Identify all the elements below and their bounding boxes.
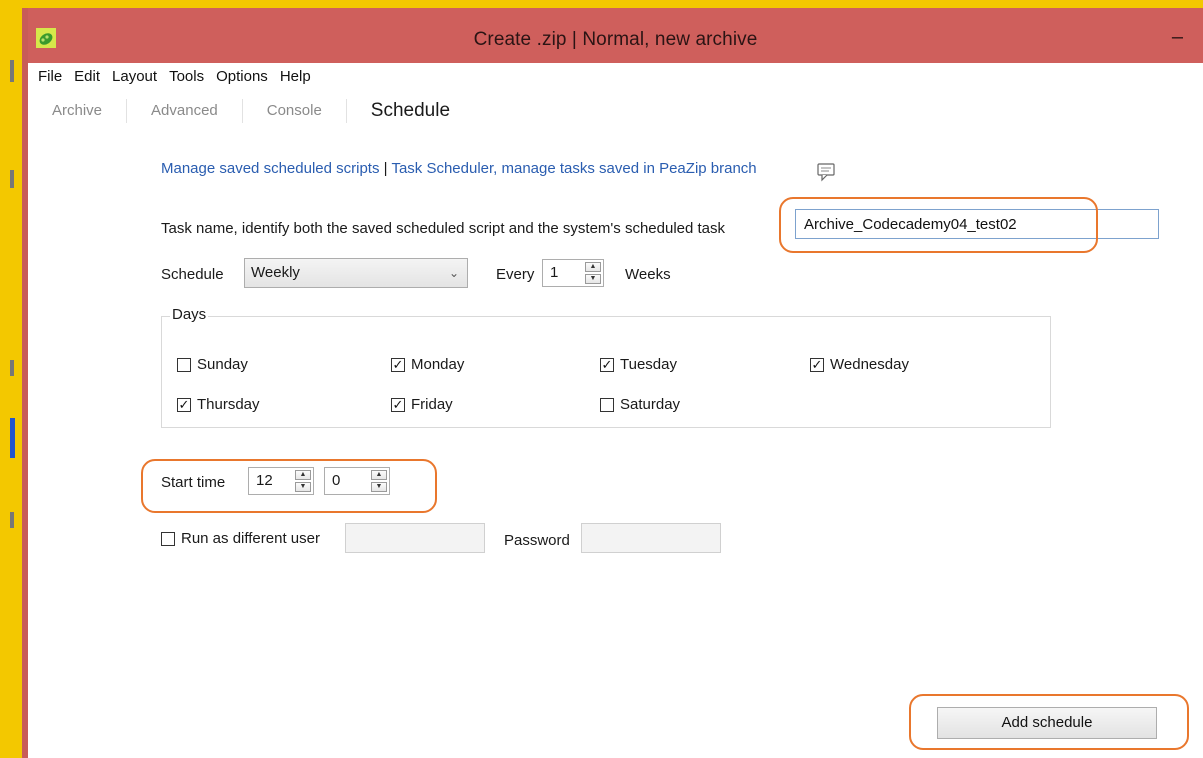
background-app-strip [0, 0, 22, 758]
start-hour-value: 12 [256, 472, 273, 489]
checkbox-friday[interactable]: ✓ Friday [391, 396, 453, 413]
checkbox-tuesday[interactable]: ✓ Tuesday [600, 356, 677, 373]
add-schedule-button[interactable]: Add schedule [937, 707, 1157, 739]
background-mark [10, 60, 14, 82]
checkbox-sunday-box[interactable] [177, 357, 191, 372]
schedule-select[interactable]: Weekly ⌄ [244, 258, 468, 288]
checkbox-tuesday-label: Tuesday [620, 356, 677, 373]
stepper-up-icon[interactable]: ▲ [585, 262, 601, 272]
schedule-select-value: Weekly [251, 264, 300, 281]
window-title: Create .zip | Normal, new archive [473, 29, 758, 50]
days-groupbox: Days Sunday ✓ Monday ✓ Tuesday ✓ Wednesd… [161, 306, 1051, 428]
stepper-down-icon[interactable]: ▼ [585, 274, 601, 284]
password-input[interactable] [581, 523, 721, 553]
checkbox-wednesday[interactable]: ✓ Wednesday [810, 356, 909, 373]
checkbox-saturday-box[interactable] [600, 397, 614, 412]
stepper-up-icon[interactable]: ▲ [295, 470, 311, 480]
menu-bar: File Edit Layout Tools Options Help [28, 66, 317, 88]
tab-archive[interactable]: Archive [28, 99, 128, 123]
run-as-user-label: Run as different user [181, 530, 320, 547]
minimize-button[interactable]: – [1172, 26, 1183, 49]
checkbox-monday-label: Monday [411, 356, 465, 373]
background-mark [10, 512, 14, 528]
menu-file[interactable]: File [32, 66, 68, 88]
days-groupbox-title: Days [170, 306, 209, 323]
background-mark [10, 360, 14, 376]
weeks-label: Weeks [625, 266, 671, 283]
every-value: 1 [550, 264, 559, 281]
task-name-input[interactable] [795, 209, 1159, 239]
stepper-down-icon[interactable]: ▼ [295, 482, 311, 492]
manage-saved-scripts-link[interactable]: Manage saved scheduled scripts [161, 160, 379, 177]
chevron-down-icon: ⌄ [448, 266, 459, 280]
tab-console[interactable]: Console [243, 99, 347, 123]
checkbox-sunday[interactable]: Sunday [177, 356, 248, 373]
checkbox-thursday[interactable]: ✓ Thursday [177, 396, 260, 413]
tab-schedule[interactable]: Schedule [347, 99, 474, 123]
checkbox-monday[interactable]: ✓ Monday [391, 356, 464, 373]
stepper-up-icon[interactable]: ▲ [371, 470, 387, 480]
run-as-different-user[interactable]: Run as different user [161, 530, 320, 547]
user-input[interactable] [345, 523, 485, 553]
checkbox-friday-label: Friday [411, 396, 453, 413]
task-name-label: Task name, identify both the saved sched… [161, 220, 726, 237]
start-minute-value: 0 [332, 472, 341, 489]
checkbox-monday-box[interactable]: ✓ [391, 357, 405, 372]
background-mark [10, 170, 14, 188]
stepper-down-icon[interactable]: ▼ [371, 482, 387, 492]
task-scheduler-link[interactable]: Task Scheduler, manage tasks saved in Pe… [391, 160, 756, 177]
start-minute-stepper[interactable]: 0 ▲ ▼ [324, 467, 390, 495]
tab-bar: Archive Advanced Console Schedule [28, 96, 474, 126]
menu-tools[interactable]: Tools [163, 66, 210, 88]
title-bar[interactable]: Create .zip | Normal, new archive – [28, 8, 1203, 63]
menu-options[interactable]: Options [210, 66, 274, 88]
run-as-user-checkbox[interactable] [161, 531, 175, 546]
background-blue-mark [10, 418, 15, 458]
checkbox-thursday-label: Thursday [197, 396, 260, 413]
menu-layout[interactable]: Layout [106, 66, 163, 88]
checkbox-thursday-box[interactable]: ✓ [177, 397, 191, 412]
every-stepper[interactable]: 1 ▲ ▼ [542, 259, 604, 287]
menu-help[interactable]: Help [274, 66, 317, 88]
comment-icon[interactable] [816, 162, 838, 182]
start-hour-stepper[interactable]: 12 ▲ ▼ [248, 467, 314, 495]
create-zip-window: Create .zip | Normal, new archive – File… [22, 8, 1203, 758]
start-time-label: Start time [161, 474, 226, 491]
schedule-label: Schedule [161, 266, 224, 283]
checkbox-sunday-label: Sunday [197, 356, 248, 373]
tab-advanced[interactable]: Advanced [127, 99, 243, 123]
checkbox-wednesday-label: Wednesday [830, 356, 909, 373]
checkbox-tuesday-box[interactable]: ✓ [600, 357, 614, 372]
password-label: Password [504, 532, 570, 549]
link-separator: | [379, 160, 392, 177]
script-links: Manage saved scheduled scripts | Task Sc… [161, 160, 757, 177]
menu-edit[interactable]: Edit [68, 66, 106, 88]
checkbox-saturday[interactable]: Saturday [600, 396, 680, 413]
checkbox-wednesday-box[interactable]: ✓ [810, 357, 824, 372]
checkbox-friday-box[interactable]: ✓ [391, 397, 405, 412]
checkbox-saturday-label: Saturday [620, 396, 681, 413]
every-label: Every [496, 266, 535, 283]
